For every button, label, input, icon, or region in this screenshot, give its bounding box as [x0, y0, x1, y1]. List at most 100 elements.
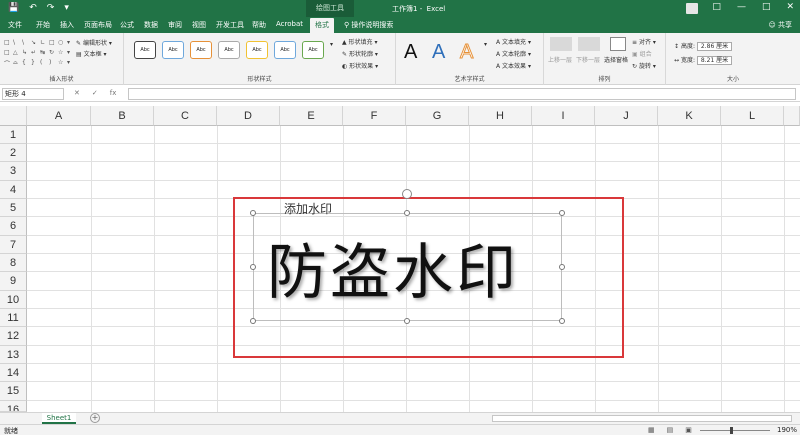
column-header[interactable]: C	[154, 106, 217, 126]
resize-handle[interactable]	[559, 318, 565, 324]
tab-format[interactable]: 格式	[310, 18, 334, 33]
line-shape-icon[interactable]: \	[13, 39, 20, 47]
column-header[interactable]: F	[343, 106, 406, 126]
resize-handle[interactable]	[559, 264, 565, 270]
shape-outline-button[interactable]: ✎ 形状轮廓 ▾	[342, 49, 378, 58]
row-header[interactable]: 11	[0, 309, 27, 327]
rectangle-shape-icon[interactable]: □	[49, 39, 56, 47]
row-header[interactable]: 2	[0, 144, 27, 162]
shape-fill-button[interactable]: ▲ 形状填充 ▾	[342, 37, 377, 46]
row-header[interactable]: 6	[0, 217, 27, 236]
bring-forward-button[interactable]: 上移一层	[548, 55, 572, 64]
row-header[interactable]: 3	[0, 162, 27, 181]
resize-handle[interactable]	[250, 264, 256, 270]
row-header[interactable]: 13	[0, 346, 27, 364]
resize-handle[interactable]	[559, 210, 565, 216]
wordart-style-black[interactable]: A	[404, 41, 417, 64]
rotate-handle-icon[interactable]	[402, 189, 412, 199]
normal-view-icon[interactable]: ▦	[648, 426, 655, 434]
tab-file[interactable]: 文件	[8, 20, 22, 30]
style-swatch[interactable]: Abc	[134, 41, 156, 59]
column-header[interactable]: K	[658, 106, 721, 126]
tab-insert[interactable]: 插入	[60, 20, 74, 30]
zoom-slider-knob[interactable]	[730, 427, 733, 434]
bracket-shape-icon[interactable]: }	[31, 59, 38, 69]
share-button[interactable]: ☺ 共享	[768, 20, 792, 30]
resize-handle[interactable]	[250, 318, 256, 324]
tab-data[interactable]: 数据	[144, 20, 158, 30]
minimize-icon[interactable]: —	[737, 2, 746, 12]
tab-page-layout[interactable]: 页面布局	[84, 20, 112, 30]
star-shape-icon[interactable]: ☆	[58, 59, 65, 69]
maximize-icon[interactable]: □	[762, 2, 771, 12]
more-shapes-icon[interactable]: ▾	[67, 49, 74, 57]
tab-home[interactable]: 开始	[36, 20, 50, 30]
arrow-shape-icon[interactable]: ↻	[49, 49, 56, 57]
add-sheet-icon[interactable]: +	[90, 413, 100, 423]
select-all-corner[interactable]	[0, 106, 27, 126]
rectangle-shape-icon[interactable]: □	[4, 39, 11, 47]
row-header[interactable]: 1	[0, 126, 27, 144]
column-header[interactable]: A	[27, 106, 91, 126]
account-icon[interactable]	[686, 3, 698, 14]
tell-me-search[interactable]: ⚲ 操作说明搜索	[344, 20, 393, 30]
line-shape-icon[interactable]: \	[22, 39, 29, 47]
wordart-more-icon[interactable]: ▾	[484, 41, 487, 48]
style-swatch[interactable]: Abc	[302, 41, 324, 59]
row-header[interactable]: 16	[0, 401, 27, 412]
column-header[interactable]: D	[217, 106, 280, 126]
style-swatch[interactable]: Abc	[190, 41, 212, 59]
tab-review[interactable]: 审阅	[168, 20, 182, 30]
selection-pane-button[interactable]: 选择窗格	[604, 55, 628, 64]
save-icon[interactable]: 💾	[8, 3, 19, 13]
row-header[interactable]: 8	[0, 254, 27, 272]
align-button[interactable]: ≡ 对齐 ▾	[632, 37, 656, 46]
insert-function-icon[interactable]: fx	[110, 89, 117, 97]
horizontal-scrollbar[interactable]	[492, 415, 792, 422]
enter-icon[interactable]: ✓	[92, 89, 98, 97]
name-box[interactable]: 矩形 4	[2, 88, 64, 100]
column-header[interactable]: E	[280, 106, 343, 126]
shape-gallery[interactable]: □ \ \ ↘ ∟ □ ○ ▾ □ △ ↳ ↵ ↹ ↻ ☆ ▾ ⌒ ⌓{}() ☆ ▾	[4, 39, 70, 69]
row-header[interactable]: 5	[0, 199, 27, 217]
wordart-style-orange[interactable]: A	[459, 41, 473, 64]
column-header[interactable]: J	[595, 106, 658, 126]
column-header[interactable]: L	[721, 106, 784, 126]
star-shape-icon[interactable]: ☆	[58, 49, 65, 57]
text-fill-button[interactable]: A 文本填充 ▾	[496, 37, 531, 46]
row-header[interactable]: 14	[0, 364, 27, 382]
group-button[interactable]: ▣ 组合	[632, 49, 652, 58]
tab-developer[interactable]: 开发工具	[216, 20, 244, 30]
column-header[interactable]: I	[532, 106, 595, 126]
wordart-style-blue[interactable]: A	[432, 41, 445, 64]
page-break-view-icon[interactable]: ▣	[685, 426, 692, 434]
more-shapes-icon[interactable]: ▾	[67, 59, 74, 69]
text-effects-button[interactable]: A 文本效果 ▾	[496, 61, 531, 70]
row-header[interactable]: 12	[0, 327, 27, 346]
style-swatch[interactable]: Abc	[274, 41, 296, 59]
shape-effects-button[interactable]: ◐ 形状效果 ▾	[342, 61, 378, 70]
row-header[interactable]: 9	[0, 272, 27, 291]
style-swatch[interactable]: Abc	[246, 41, 268, 59]
arc-shape-icon[interactable]: ⌒	[4, 59, 11, 69]
resize-handle[interactable]	[250, 210, 256, 216]
more-shapes-icon[interactable]: ▾	[67, 39, 74, 47]
row-header[interactable]: 15	[0, 382, 27, 401]
triangle-shape-icon[interactable]: △	[13, 49, 20, 57]
send-backward-button[interactable]: 下移一层	[576, 55, 600, 64]
edit-shape-button[interactable]: ✎ 编辑形状 ▾	[76, 38, 112, 47]
row-header[interactable]: 10	[0, 291, 27, 309]
customize-icon[interactable]: ▾	[64, 3, 69, 13]
oval-shape-icon[interactable]: ○	[58, 39, 65, 47]
width-input[interactable]: 8.21 厘米	[696, 56, 733, 65]
tab-formulas[interactable]: 公式	[120, 20, 134, 30]
resize-handle[interactable]	[404, 210, 410, 216]
arc-shape-icon[interactable]: ⌓	[13, 59, 20, 69]
style-swatch[interactable]: Abc	[162, 41, 184, 59]
zoom-slider[interactable]	[700, 430, 770, 431]
connector-shape-icon[interactable]: ∟	[40, 39, 47, 47]
tab-view[interactable]: 视图	[192, 20, 206, 30]
style-swatch[interactable]: Abc	[218, 41, 240, 59]
arrow-shape-icon[interactable]: ↘	[31, 39, 38, 47]
column-header[interactable]: G	[406, 106, 469, 126]
